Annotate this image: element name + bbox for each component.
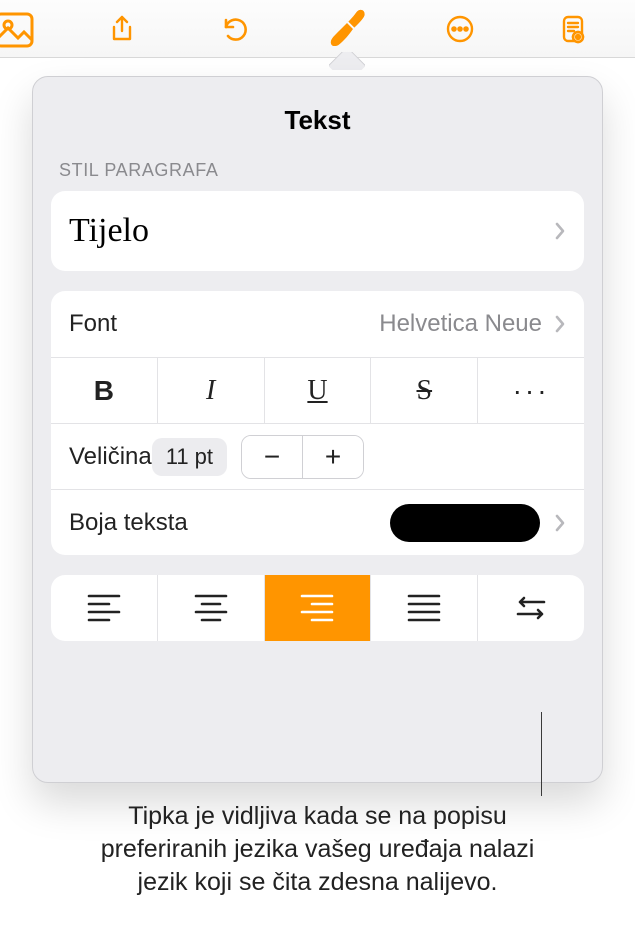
- share-icon[interactable]: [100, 7, 144, 51]
- size-label: Veličina: [69, 443, 152, 471]
- size-increase-button[interactable]: +: [303, 436, 363, 478]
- font-value: Helvetica Neue: [379, 310, 542, 338]
- font-card: Font Helvetica Neue B I U S ··· Veličina…: [51, 291, 584, 555]
- caption-area: Tipka je vidljiva kada se na popisu pref…: [0, 800, 635, 899]
- text-direction-button[interactable]: [478, 575, 584, 641]
- paragraph-style-row[interactable]: Tijelo: [51, 191, 584, 271]
- format-brush-icon[interactable]: [325, 7, 369, 51]
- chevron-right-icon: [554, 513, 566, 533]
- size-decrease-button[interactable]: −: [242, 436, 302, 478]
- text-color-label: Boja teksta: [69, 509, 188, 537]
- photos-icon[interactable]: [0, 6, 42, 52]
- text-color-row[interactable]: Boja teksta: [51, 489, 584, 555]
- chevron-right-icon: [554, 221, 566, 241]
- font-row[interactable]: Font Helvetica Neue: [51, 291, 584, 357]
- leader-line: [541, 712, 542, 796]
- italic-button[interactable]: I: [158, 358, 265, 423]
- underline-button[interactable]: U: [265, 358, 372, 423]
- align-left-button[interactable]: [51, 575, 158, 641]
- size-row: Veličina 11 pt − +: [51, 423, 584, 489]
- size-value[interactable]: 11 pt: [152, 438, 227, 476]
- top-toolbar: [0, 0, 635, 58]
- font-label: Font: [69, 310, 117, 338]
- text-color-swatch[interactable]: [390, 504, 540, 542]
- undo-icon[interactable]: [213, 7, 257, 51]
- more-styles-button[interactable]: ···: [478, 358, 584, 423]
- panel-title: Tekst: [33, 77, 602, 160]
- paragraph-style-label: STIL PARAGRAFA: [59, 160, 576, 181]
- alignment-row: [51, 575, 584, 641]
- chevron-right-icon: [554, 314, 566, 334]
- strikethrough-button[interactable]: S: [371, 358, 478, 423]
- paragraph-style-name: Tijelo: [69, 212, 554, 250]
- alignment-card: [51, 575, 584, 641]
- align-right-button[interactable]: [265, 575, 372, 641]
- more-circle-icon[interactable]: [438, 7, 482, 51]
- paragraph-style-card: Tijelo: [51, 191, 584, 271]
- style-button-row: B I U S ···: [51, 357, 584, 423]
- bold-button[interactable]: B: [51, 358, 158, 423]
- size-stepper: − +: [241, 435, 364, 479]
- align-center-button[interactable]: [158, 575, 265, 641]
- format-panel: Tekst STIL PARAGRAFA Tijelo Font Helveti…: [32, 76, 603, 783]
- align-justify-button[interactable]: [371, 575, 478, 641]
- caption-text: Tipka je vidljiva kada se na popisu pref…: [98, 800, 538, 899]
- document-view-icon[interactable]: [551, 7, 595, 51]
